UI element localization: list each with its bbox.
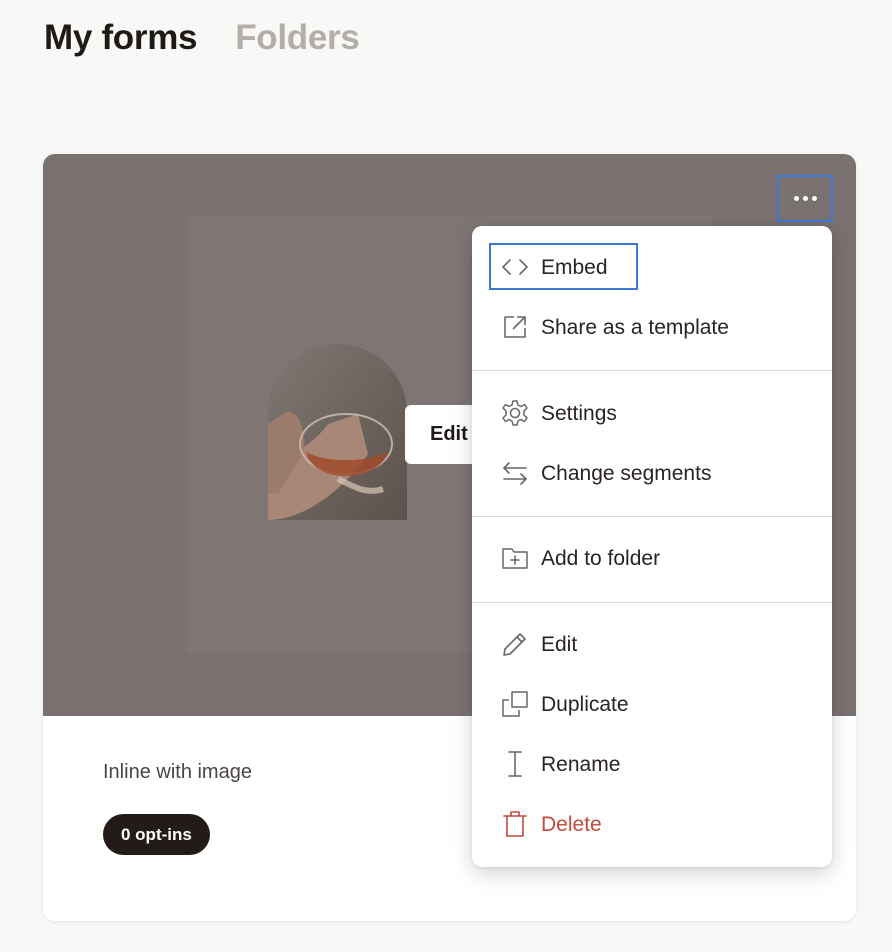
more-horizontal-icon: [793, 196, 799, 201]
menu-item-label: Change segments: [541, 462, 712, 485]
form-name: Inline with image: [103, 761, 252, 783]
form-tabs: My forms Folders: [44, 18, 360, 58]
menu-item-edit[interactable]: Edit: [472, 615, 832, 675]
form-actions-menu: Embed Share as a template Settings Chang…: [472, 226, 832, 867]
menu-divider: [472, 516, 832, 517]
tab-my-forms[interactable]: My forms: [44, 18, 197, 58]
more-dot: [811, 196, 817, 201]
menu-item-settings[interactable]: Settings: [472, 384, 832, 444]
menu-item-label: Share as a template: [541, 316, 729, 339]
more-dot: [802, 196, 808, 201]
code-icon: [500, 252, 530, 282]
menu-item-label: Rename: [541, 753, 621, 776]
menu-item-add-to-folder[interactable]: Add to folder: [472, 529, 832, 589]
preview-image: [268, 344, 407, 520]
menu-divider: [472, 602, 832, 603]
menu-item-change-segments[interactable]: Change segments: [472, 444, 832, 504]
menu-item-label: Edit: [541, 633, 578, 656]
menu-item-share-template[interactable]: Share as a template: [472, 298, 832, 358]
menu-item-label: Embed: [541, 256, 608, 279]
external-link-icon: [500, 312, 530, 342]
text-cursor-icon: [500, 749, 530, 779]
menu-divider: [472, 370, 832, 371]
menu-item-embed[interactable]: Embed: [472, 238, 832, 298]
more-options-button[interactable]: [777, 175, 833, 222]
menu-item-label: Settings: [541, 402, 617, 425]
swap-arrows-icon: [500, 458, 530, 488]
tab-folders[interactable]: Folders: [235, 18, 360, 58]
duplicate-icon: [500, 689, 530, 719]
pencil-icon: [500, 629, 530, 659]
menu-item-label: Delete: [541, 813, 602, 836]
menu-item-rename[interactable]: Rename: [472, 735, 832, 795]
trash-icon: [500, 809, 530, 839]
menu-item-duplicate[interactable]: Duplicate: [472, 675, 832, 735]
menu-item-delete[interactable]: Delete: [472, 795, 832, 855]
gear-icon: [500, 398, 530, 428]
optins-badge: 0 opt-ins: [103, 814, 210, 855]
menu-item-label: Add to folder: [541, 547, 661, 570]
menu-item-label: Duplicate: [541, 693, 629, 716]
folder-plus-icon: [500, 543, 530, 573]
